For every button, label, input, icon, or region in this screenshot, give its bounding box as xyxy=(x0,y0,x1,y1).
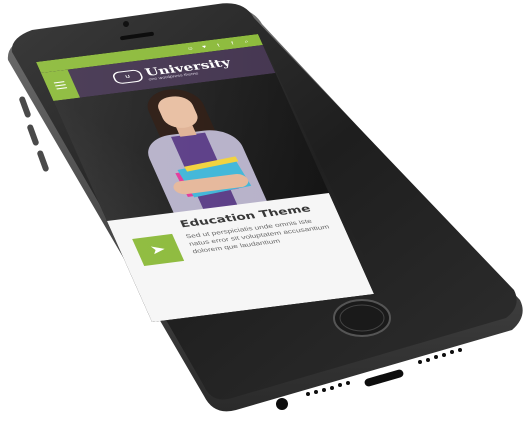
headphone-jack xyxy=(276,398,288,410)
device-mockup: ☺ ♥ t f ⌕ U University one wordpress the… xyxy=(0,0,528,434)
user-icon[interactable]: ☺ xyxy=(185,45,195,52)
logo-emblem: U xyxy=(111,69,145,85)
volume-up-button xyxy=(19,96,31,118)
paper-plane-icon[interactable]: ➤ xyxy=(132,233,185,266)
menu-icon xyxy=(53,81,65,84)
facebook-icon[interactable]: f xyxy=(227,40,237,47)
volume-down-button xyxy=(27,124,39,146)
heart-icon[interactable]: ♥ xyxy=(199,43,209,50)
front-camera-icon xyxy=(123,21,129,27)
search-icon[interactable]: ⌕ xyxy=(241,38,251,45)
mute-switch xyxy=(37,150,49,172)
twitter-icon[interactable]: t xyxy=(213,41,223,48)
charging-port xyxy=(364,369,404,387)
